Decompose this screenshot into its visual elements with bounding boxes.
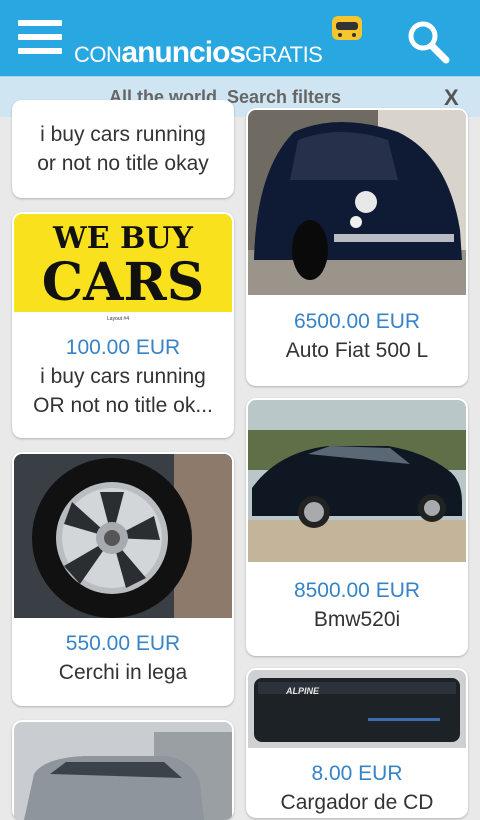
listing-image bbox=[14, 722, 232, 820]
listing-image bbox=[248, 110, 466, 295]
listing-price: 100.00 EUR bbox=[65, 336, 181, 359]
listing-card[interactable]: i buy cars running or not no title okay bbox=[12, 100, 234, 198]
logo-anuncios: anuncios bbox=[121, 36, 246, 69]
listing-card[interactable]: 8500.00 EUR Bmw520i bbox=[246, 398, 468, 656]
listing-title: i buy cars running bbox=[40, 123, 206, 146]
hamburger-menu-icon[interactable] bbox=[18, 20, 62, 54]
listing-title: i buy cars running bbox=[40, 365, 206, 388]
listing-image: WE BUY CARS Layout #4 bbox=[14, 214, 232, 322]
listing-image bbox=[14, 454, 232, 618]
search-icon[interactable] bbox=[404, 18, 452, 66]
cars-text: CARS bbox=[42, 252, 205, 313]
listing-title: Auto Fiat 500 L bbox=[285, 339, 429, 362]
app-logo[interactable]: CONanunciosGRATIS bbox=[74, 14, 374, 69]
listing-price: 550.00 EUR bbox=[65, 632, 181, 655]
listing-card[interactable]: 6500.00 EUR Auto Fiat 500 L bbox=[246, 108, 468, 386]
logo-con: CON bbox=[74, 42, 122, 67]
app-header: CONanunciosGRATIS bbox=[0, 0, 480, 76]
listing-card[interactable]: ALPINE 8.00 EUR Cargador de CD bbox=[246, 668, 468, 818]
listing-price: 8500.00 EUR bbox=[293, 579, 421, 602]
we-buy-text: WE BUY bbox=[52, 221, 194, 256]
listing-title: Cargador de CD bbox=[280, 791, 434, 814]
listing-title: Cerchi in lega bbox=[58, 661, 188, 684]
layout-caption: Layout #4 bbox=[107, 316, 129, 322]
listing-price: 8.00 EUR bbox=[311, 762, 403, 785]
listing-price: 6500.00 EUR bbox=[293, 310, 421, 333]
listing-card[interactable]: 550.00 EUR Cerchi in lega bbox=[12, 452, 234, 706]
listing-image bbox=[248, 400, 466, 562]
listing-title: OR not no title ok... bbox=[33, 394, 213, 417]
logo-car-icon bbox=[332, 16, 362, 40]
listing-image: ALPINE bbox=[248, 670, 466, 748]
listing-title: or not no title okay bbox=[37, 152, 209, 175]
listing-title: Bmw520i bbox=[313, 608, 401, 631]
logo-gratis: GRATIS bbox=[245, 42, 323, 67]
listing-card[interactable]: WE BUY CARS Layout #4 100.00 EUR i buy c… bbox=[12, 212, 234, 438]
listing-card[interactable] bbox=[12, 720, 234, 820]
alpine-brand-text: ALPINE bbox=[285, 686, 320, 696]
